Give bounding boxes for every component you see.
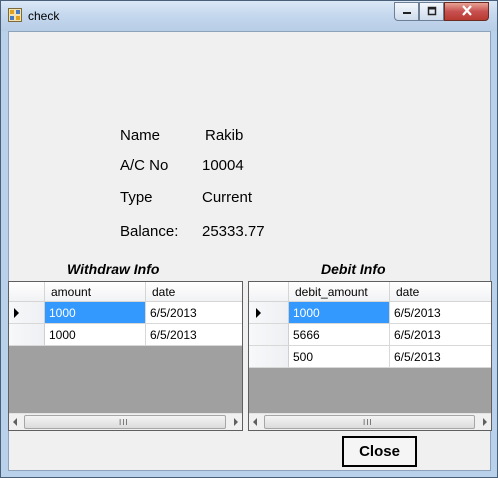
withdraw-grid-header: amount date: [9, 282, 242, 302]
minimize-button[interactable]: [394, 2, 419, 21]
minimize-icon: [402, 5, 412, 19]
current-row-arrow-icon: [256, 308, 261, 318]
balance-value: 25333.77: [202, 223, 265, 240]
debit-cell-amount[interactable]: 1000: [289, 302, 390, 324]
debit-row-header[interactable]: [249, 346, 289, 368]
debit-scroll-thumb[interactable]: III: [264, 415, 475, 429]
title-bar[interactable]: check: [1, 1, 497, 31]
scroll-left-icon[interactable]: [253, 418, 257, 426]
close-button[interactable]: Close: [342, 436, 417, 467]
balance-label: Balance:: [120, 223, 179, 240]
withdraw-grid[interactable]: amount date 1000 6/5/2013 1000 6/5/2013 …: [8, 281, 243, 431]
window-title: check: [28, 9, 60, 23]
withdraw-col-amount[interactable]: amount: [45, 282, 146, 302]
scroll-right-icon[interactable]: [234, 418, 238, 426]
scroll-grip: III: [363, 418, 373, 427]
withdraw-cell-date[interactable]: 6/5/2013: [146, 302, 242, 324]
main-window: check Name Rakib A/C No 10004 Type Curre…: [0, 0, 498, 478]
debit-cell-date[interactable]: 6/5/2013: [390, 346, 491, 368]
close-icon: [461, 4, 473, 19]
type-value: Current: [202, 189, 253, 206]
current-row-arrow-icon: [14, 308, 19, 318]
debit-row-header[interactable]: [249, 324, 289, 346]
withdraw-info-title: Withdraw Info: [67, 261, 160, 277]
debit-cell-amount[interactable]: 500: [289, 346, 390, 368]
withdraw-scroll-thumb[interactable]: III: [24, 415, 226, 429]
debit-info-title: Debit Info: [321, 261, 386, 277]
withdraw-row-header[interactable]: [9, 302, 45, 324]
withdraw-horizontal-scrollbar[interactable]: III: [9, 413, 242, 430]
acno-label: A/C No: [120, 157, 169, 174]
scroll-grip: III: [119, 418, 129, 427]
withdraw-col-date[interactable]: date: [146, 282, 242, 302]
window-close-button[interactable]: [444, 2, 489, 21]
withdraw-cell-date[interactable]: 6/5/2013: [146, 324, 242, 346]
scroll-right-icon[interactable]: [483, 418, 487, 426]
form-client-area: Name Rakib A/C No 10004 Type Current Bal…: [8, 31, 492, 471]
maximize-icon: [427, 5, 437, 19]
app-form-icon: [8, 8, 22, 22]
debit-grid[interactable]: debit_amount date 1000 6/5/2013 5666 6/5…: [248, 281, 492, 431]
debit-cell-amount[interactable]: 5666: [289, 324, 390, 346]
withdraw-grid-corner[interactable]: [9, 282, 45, 302]
withdraw-cell-amount[interactable]: 1000: [45, 302, 146, 324]
withdraw-row-header[interactable]: [9, 324, 45, 346]
name-label: Name: [120, 127, 161, 144]
debit-horizontal-scrollbar[interactable]: III: [249, 413, 491, 430]
debit-col-date[interactable]: date: [390, 282, 491, 302]
withdraw-cell-amount[interactable]: 1000: [45, 324, 146, 346]
debit-cell-date[interactable]: 6/5/2013: [390, 324, 491, 346]
debit-col-amount[interactable]: debit_amount: [289, 282, 390, 302]
acno-value: 10004: [202, 157, 244, 174]
debit-grid-corner[interactable]: [249, 282, 289, 302]
debit-row-header[interactable]: [249, 302, 289, 324]
name-value: Rakib: [205, 127, 244, 144]
maximize-button[interactable]: [419, 2, 444, 21]
scroll-left-icon[interactable]: [13, 418, 17, 426]
type-label: Type: [120, 189, 153, 206]
debit-grid-header: debit_amount date: [249, 282, 491, 302]
debit-cell-date[interactable]: 6/5/2013: [390, 302, 491, 324]
